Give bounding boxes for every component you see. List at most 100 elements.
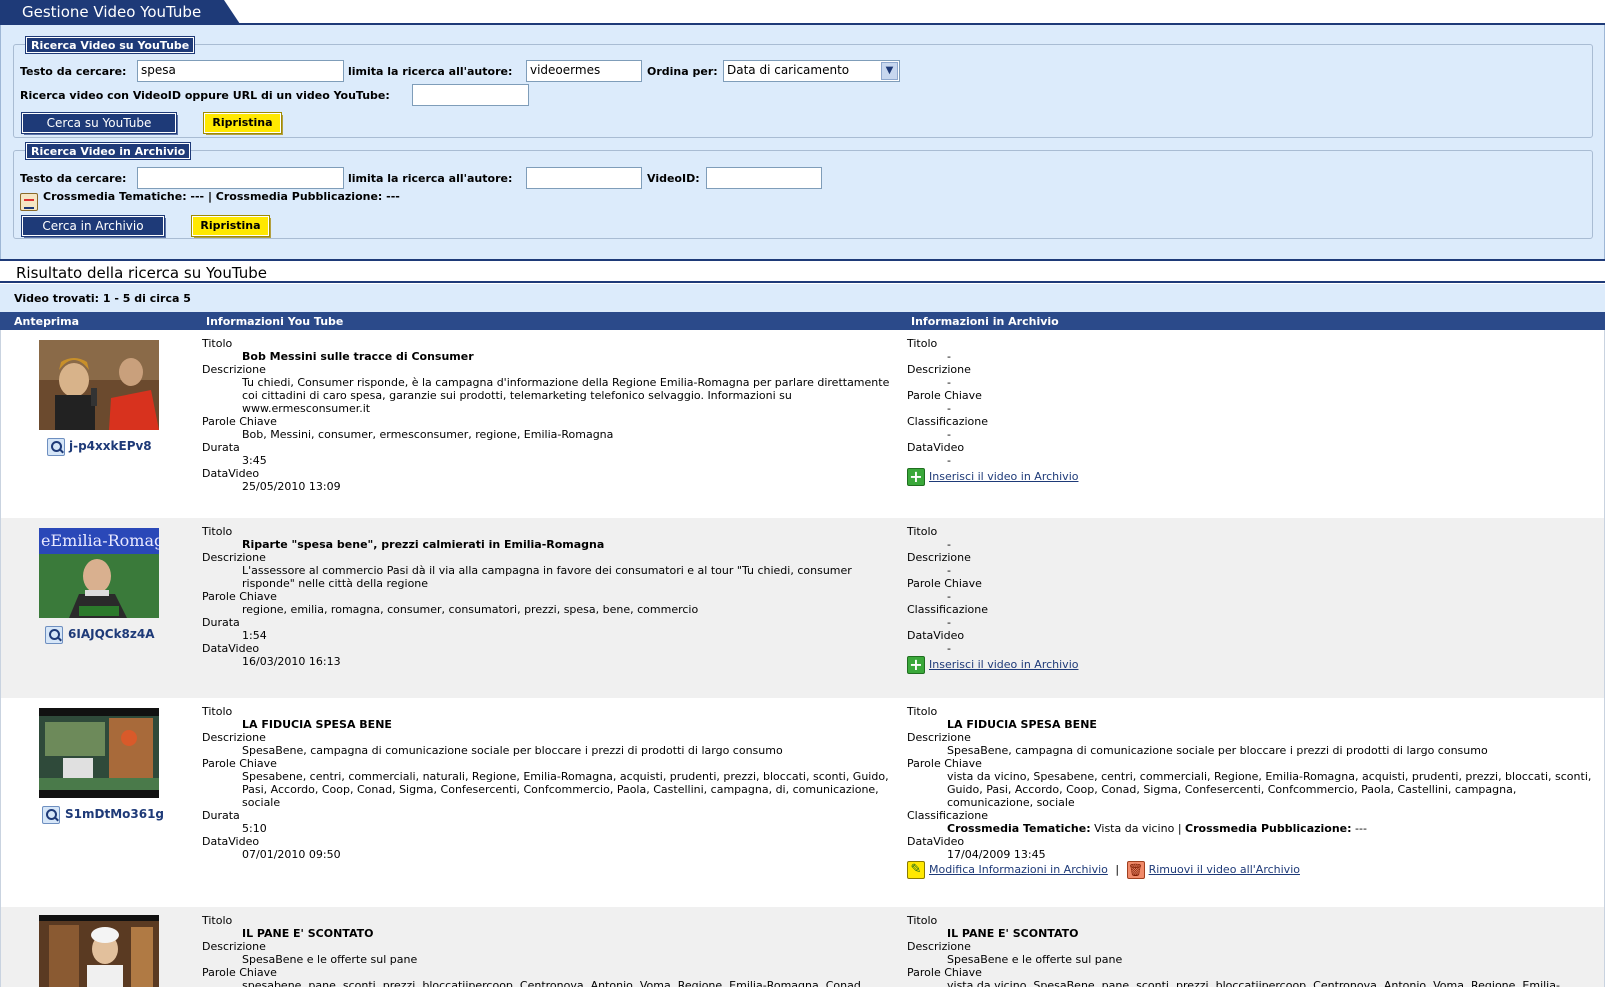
description-label: Descrizione bbox=[907, 551, 971, 564]
arc-date: 17/04/2009 13:45 bbox=[947, 848, 1046, 861]
yt-order-label: Ordina per: bbox=[647, 65, 718, 78]
crossmedia-tematiche-label: Crossmedia Tematiche: bbox=[947, 822, 1091, 835]
arc-classification: - bbox=[947, 616, 951, 629]
archive-info: Titolo LA FIDUCIA SPESA BENE Descrizione… bbox=[907, 705, 1597, 861]
arc-videoid-input[interactable] bbox=[706, 167, 822, 189]
title-label: Titolo bbox=[202, 337, 233, 350]
remove-archive-link[interactable]: Rimuovi il video all'Archivio bbox=[1149, 863, 1300, 876]
title-label: Titolo bbox=[202, 914, 233, 927]
yt-date: 25/05/2010 13:09 bbox=[242, 480, 341, 493]
video-id-link[interactable]: S1mDtMo361g bbox=[65, 807, 164, 821]
title-label: Titolo bbox=[202, 525, 233, 538]
arc-title: - bbox=[947, 538, 951, 551]
insert-archive-action[interactable]: + Inserisci il video in Archivio bbox=[907, 468, 1078, 486]
yt-description: SpesaBene e le offerte sul pane bbox=[242, 953, 418, 966]
col-youtube-info: Informazioni You Tube bbox=[206, 315, 344, 328]
title-label: Titolo bbox=[907, 337, 938, 350]
arc-classification: Crossmedia Tematiche: Vista da vicino | … bbox=[907, 822, 1597, 835]
insert-archive-link[interactable]: Inserisci il video in Archivio bbox=[929, 658, 1078, 671]
arc-description: - bbox=[947, 564, 951, 577]
pencil-icon[interactable]: ✎ bbox=[907, 861, 925, 879]
yt-order-select[interactable]: Data di caricamento ▼ bbox=[723, 60, 900, 82]
title-label: Titolo bbox=[202, 705, 233, 718]
table-row: Titolo IL PANE E' SCONTATO Descrizione S… bbox=[0, 907, 1605, 987]
description-label: Descrizione bbox=[907, 940, 971, 953]
video-thumbnail[interactable] bbox=[39, 708, 159, 798]
yt-title: LA FIDUCIA SPESA BENE bbox=[242, 718, 392, 731]
youtube-info: Titolo LA FIDUCIA SPESA BENE Descrizione… bbox=[202, 705, 892, 861]
yt-duration: 1:54 bbox=[242, 629, 267, 642]
classification-label: Classificazione bbox=[907, 603, 989, 616]
crossmedia-tematiche-value: Vista da vicino | bbox=[1090, 822, 1186, 835]
yt-description: Tu chiedi, Consumer risponde, è la campa… bbox=[242, 376, 890, 415]
video-thumbnail[interactable] bbox=[39, 340, 159, 430]
title-label: Titolo bbox=[907, 525, 938, 538]
yt-duration: 3:45 bbox=[242, 454, 267, 467]
classification-label: Classificazione bbox=[907, 809, 989, 822]
yt-keywords: regione, emilia, romagna, consumer, cons… bbox=[242, 603, 699, 616]
arc-keywords: vista da vicino, SpesaBene, pane, sconti… bbox=[947, 979, 1560, 987]
classification-label: Classificazione bbox=[907, 415, 989, 428]
results-heading: Risultato della ricerca su YouTube bbox=[0, 259, 1605, 283]
svg-text:eEmilia-Romag: eEmilia-Romag bbox=[41, 531, 159, 550]
insert-archive-action[interactable]: + Inserisci il video in Archivio bbox=[907, 656, 1078, 674]
plus-icon[interactable]: + bbox=[907, 656, 925, 674]
keywords-label: Parole Chiave bbox=[202, 966, 277, 979]
video-thumbnail[interactable]: eEmilia-Romag bbox=[39, 528, 159, 618]
col-preview: Anteprima bbox=[14, 315, 80, 328]
arc-text-label: Testo da cercare: bbox=[20, 172, 127, 185]
arc-keywords: - bbox=[947, 402, 951, 415]
keywords-label: Parole Chiave bbox=[907, 966, 982, 979]
edit-archive-link[interactable]: Modifica Informazioni in Archivio bbox=[929, 863, 1108, 876]
archive-search-legend: Ricerca Video in Archivio bbox=[24, 142, 192, 160]
description-label: Descrizione bbox=[907, 363, 971, 376]
youtube-info: Titolo IL PANE E' SCONTATO Descrizione S… bbox=[202, 914, 892, 987]
chevron-down-icon[interactable]: ▼ bbox=[881, 62, 898, 80]
description-label: Descrizione bbox=[202, 551, 266, 564]
yt-date: 07/01/2010 09:50 bbox=[242, 848, 341, 861]
arc-classification: - bbox=[947, 428, 951, 441]
reset-archive-button[interactable]: Ripristina bbox=[191, 215, 270, 237]
description-label: Descrizione bbox=[907, 731, 971, 744]
crossmedia-icon[interactable] bbox=[20, 193, 38, 211]
yt-videoid-input[interactable] bbox=[412, 84, 529, 106]
arc-author-input[interactable] bbox=[526, 167, 642, 189]
insert-archive-link[interactable]: Inserisci il video in Archivio bbox=[929, 470, 1078, 483]
arc-text-input[interactable] bbox=[137, 167, 344, 189]
keywords-label: Parole Chiave bbox=[202, 415, 277, 428]
arc-keywords: - bbox=[947, 590, 951, 603]
archive-actions: ✎ Modifica Informazioni in Archivio | 🗑 Ri… bbox=[907, 861, 1300, 879]
video-id-link[interactable]: j-p4xxkEPv8 bbox=[69, 439, 152, 453]
date-label: DataVideo bbox=[907, 629, 965, 642]
table-row: eEmilia-Romag 6IAJQCk8z4A Titolo Riparte… bbox=[0, 518, 1605, 698]
zoom-icon[interactable] bbox=[42, 806, 60, 824]
yt-duration: 5:10 bbox=[242, 822, 267, 835]
archive-info: Titolo - Descrizione - Parole Chiave - C… bbox=[907, 337, 1597, 467]
duration-label: Durata bbox=[202, 616, 240, 629]
plus-icon[interactable]: + bbox=[907, 468, 925, 486]
arc-date: - bbox=[947, 642, 951, 655]
video-thumbnail[interactable] bbox=[39, 915, 159, 987]
yt-text-input[interactable]: spesa bbox=[137, 60, 344, 82]
title-label: Titolo bbox=[907, 705, 938, 718]
search-archive-button[interactable]: Cerca in Archivio bbox=[21, 215, 165, 237]
trash-icon[interactable]: 🗑 bbox=[1126, 861, 1145, 879]
youtube-info: Titolo Riparte "spesa bene", prezzi calm… bbox=[202, 525, 892, 668]
col-archive-info: Informazioni in Archivio bbox=[911, 315, 1059, 328]
yt-title: Riparte "spesa bene", prezzi calmierati … bbox=[242, 538, 605, 551]
reset-youtube-button[interactable]: Ripristina bbox=[203, 112, 282, 134]
duration-label: Durata bbox=[202, 441, 240, 454]
arc-title: IL PANE E' SCONTATO bbox=[947, 927, 1079, 940]
search-youtube-button[interactable]: Cerca su YouTube bbox=[21, 112, 177, 134]
yt-author-input[interactable]: videoermes bbox=[526, 60, 642, 82]
yt-videoid-label: Ricerca video con VideoID oppure URL di … bbox=[20, 89, 390, 102]
zoom-icon[interactable] bbox=[47, 438, 65, 456]
yt-order-value: Data di caricamento bbox=[727, 63, 850, 77]
zoom-icon[interactable] bbox=[45, 626, 63, 644]
date-label: DataVideo bbox=[202, 642, 260, 655]
videos-found-count: Video trovati: 1 - 5 di circa 5 bbox=[0, 284, 1605, 312]
yt-title: IL PANE E' SCONTATO bbox=[242, 927, 374, 940]
page-title: Gestione Video YouTube bbox=[0, 0, 240, 24]
arc-title: - bbox=[947, 350, 951, 363]
video-id-link[interactable]: 6IAJQCk8z4A bbox=[68, 627, 155, 641]
